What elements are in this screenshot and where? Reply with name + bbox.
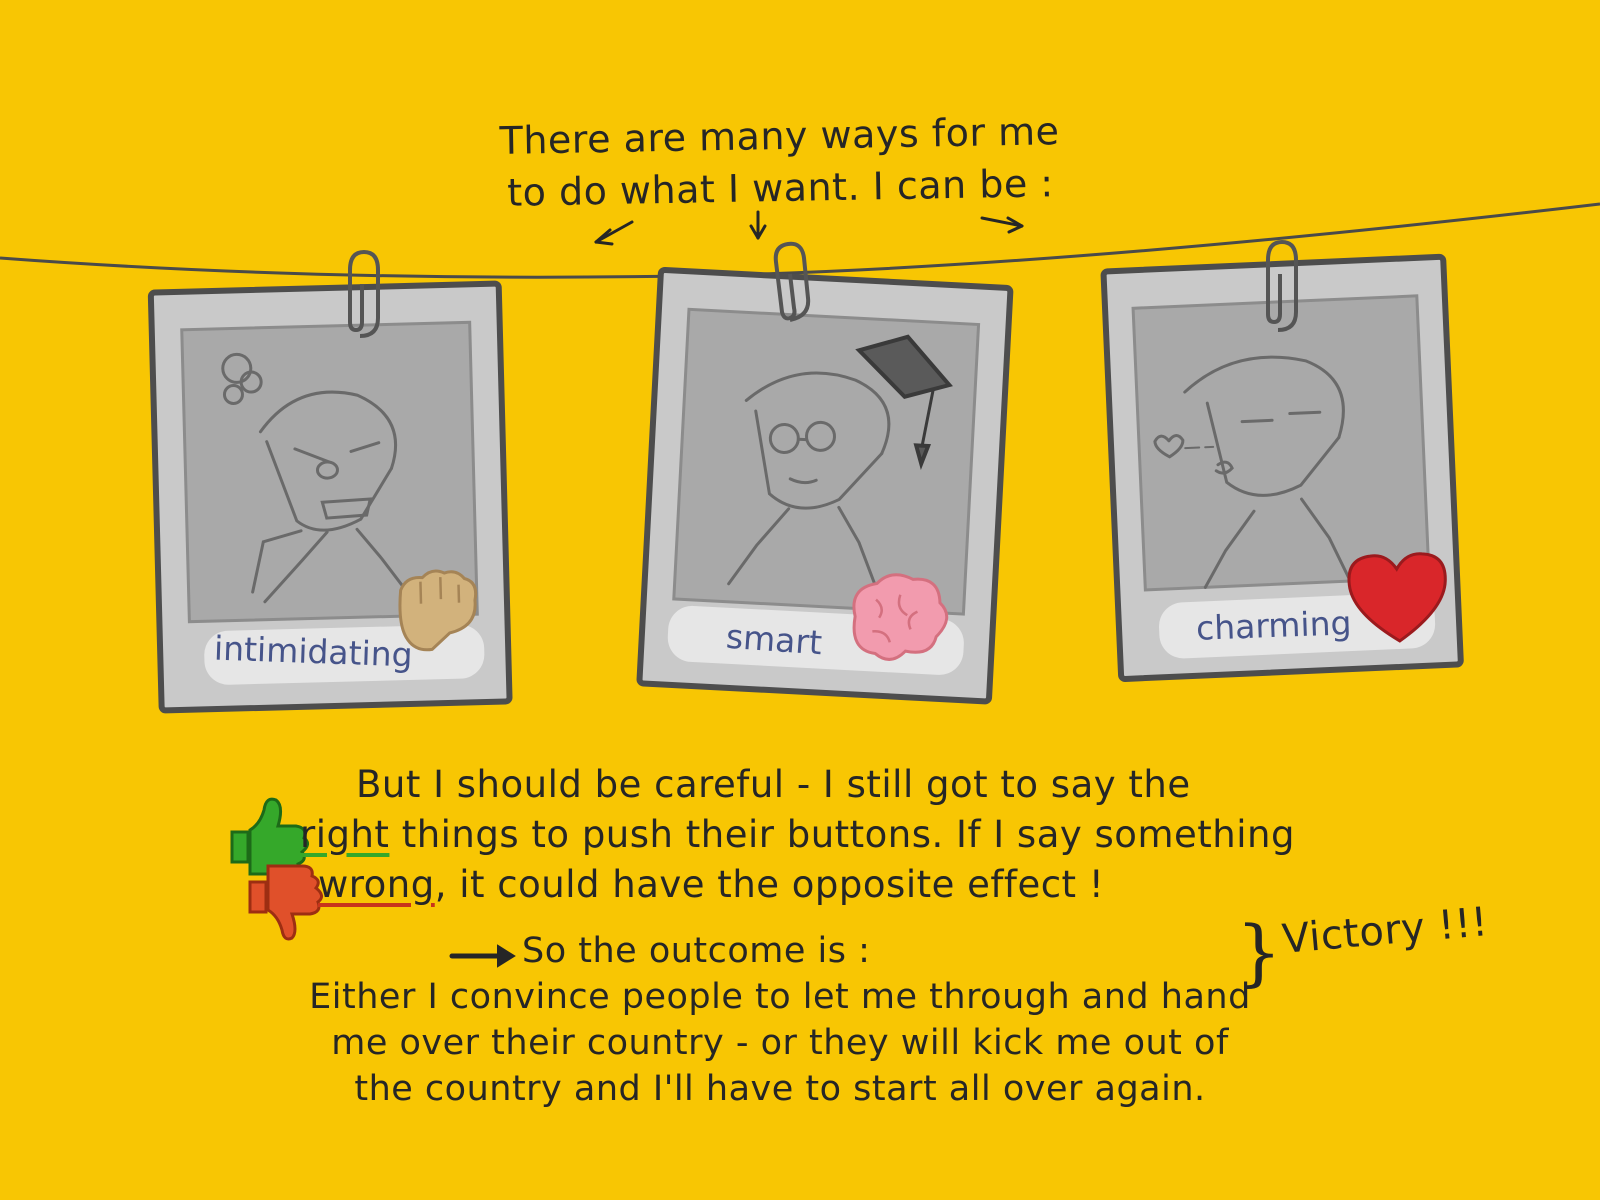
body-line-3-rest: , it could have the opposite effect ! — [434, 863, 1105, 906]
caption-charming: charming — [1195, 603, 1353, 648]
comic-panel: There are many ways for me to do what I … — [0, 0, 1600, 1200]
outcome-text: So the outcome is : Either I convince pe… — [300, 928, 1260, 1112]
body-text: But I should be careful - I still got to… — [300, 760, 1400, 910]
outcome-lead: So the outcome is : — [522, 931, 871, 971]
caption-intimidating: intimidating — [213, 628, 414, 675]
photo-card-smart — [636, 267, 1014, 705]
body-line-2-rest: things to push their buttons. If I say s… — [389, 813, 1295, 856]
brace-mark: } — [1236, 910, 1283, 994]
outcome-line-3: the country and I'll have to start all o… — [354, 1069, 1206, 1109]
thumbs-up-icon — [230, 797, 309, 876]
body-line-3: wrong, it could have the opposite effect… — [300, 860, 1400, 910]
right-word: right — [300, 813, 390, 856]
caption-smart: smart — [724, 616, 824, 663]
body-line-1: But I should be careful - I still got to… — [356, 763, 1191, 806]
outcome-line-2: me over their country - or they will kic… — [331, 1023, 1229, 1063]
body-line-2: right things to push their buttons. If I… — [300, 810, 1400, 860]
outcome-line-1: Either I convince people to let me throu… — [309, 977, 1251, 1017]
intro-arrows — [594, 210, 1024, 246]
wrong-word: wrong — [318, 863, 435, 906]
